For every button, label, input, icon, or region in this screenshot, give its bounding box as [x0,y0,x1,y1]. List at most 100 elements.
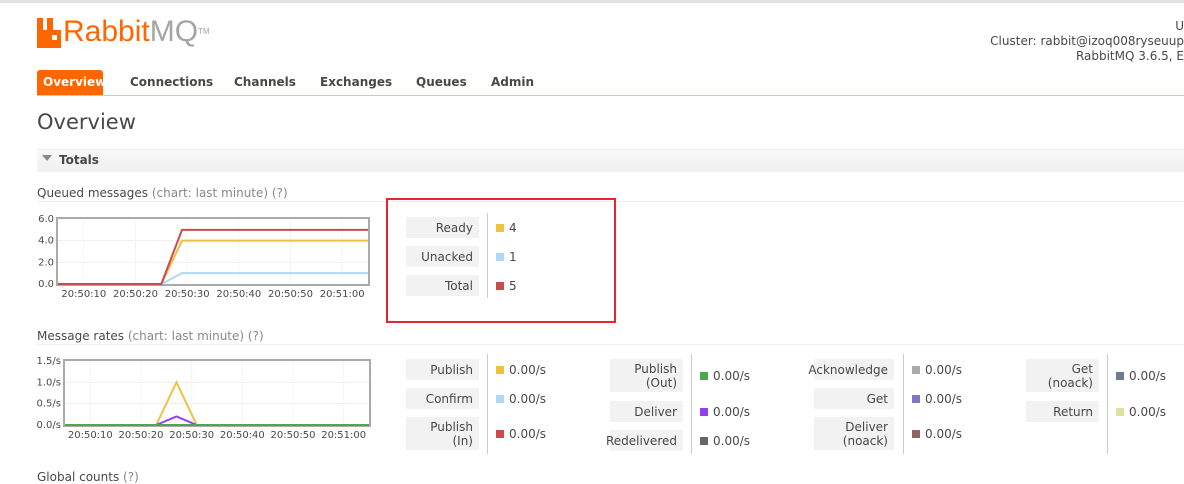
legend-value-text: 0.00/s [509,391,547,406]
legend-value-text: 0.00/s [713,368,751,383]
tab-admin[interactable]: Admin [485,70,540,95]
user-label: U [1175,19,1184,33]
message-rates-title: Message rates (chart: last minute) (?) [37,329,264,343]
y-tick-label: 2.0 [38,257,54,268]
legend-value-text: 0.00/s [713,433,751,448]
queued-x-axis: 20:50:10 20:50:20 20:50:30 20:50:40 20:50:50… [61,289,364,300]
legend-value-text: 0.00/s [925,391,963,406]
rates-help-link[interactable]: (?) [248,329,264,343]
legend-value-text: 0.00/s [509,426,547,441]
y-tick-label: 0.5/s [37,399,61,410]
highlight-box [386,198,616,323]
legend-swatch-icon [496,394,504,403]
x-tick-label: 20:51:00 [320,289,365,300]
x-tick-label: 20:50:20 [119,430,164,441]
totals-section-label: Totals [59,153,99,167]
tab-channels[interactable]: Channels [228,70,302,95]
queued-chart-hint[interactable]: (chart: last minute) [152,186,268,200]
legend-swatch-icon [1116,371,1124,380]
logo-tm-text: TM [198,27,210,36]
rates-chart-hint[interactable]: (chart: last minute) [128,329,244,343]
legend-value-text: 0.00/s [925,426,963,441]
x-tick-label: 20:50:10 [68,430,113,441]
collapse-arrow-icon [42,155,52,161]
y-tick-label: 1.0/s [37,377,61,388]
rabbit-logo-icon [37,18,61,48]
logo-wordmark: RabbitMQTM [63,14,210,50]
legend-divider [487,354,488,454]
legend-label-redelivered: Redelivered [606,430,683,451]
queued-messages-title: Queued messages (chart: last minute) (?) [37,186,288,200]
legend-value-publish-out: 0.00/s [700,369,750,383]
totals-section-header[interactable]: Totals [37,149,1184,172]
cluster-info: Cluster: rabbit@izoq008ryseuup [990,34,1184,48]
legend-label-publish-out: Publish (Out) [610,359,683,392]
legend-value-confirm: 0.00/s [496,392,546,406]
x-tick-label: 20:50:30 [169,430,214,441]
x-tick-label: 20:51:00 [321,430,366,441]
legend-value-text: 0.00/s [509,362,547,377]
legend-swatch-icon [496,429,504,438]
y-tick-label: 6.0 [38,214,54,225]
legend-label-get-noack: Get (noack) [1026,359,1099,392]
rates-y-axis: 0.0/s 0.5/s 1.0/s 1.5/s [37,356,61,431]
legend-value-text: 0.00/s [1129,404,1167,419]
global-counts-help-link[interactable]: (?) [123,470,139,484]
cluster-value: rabbit@izoq008ryseuup [1040,34,1184,48]
message-rates-chart: 0.0/s0.5/s1.0/s1.5/s 20:50:10 20:50:20 20:… [37,356,371,441]
legend-label-get: Get [814,388,894,409]
rates-chart-frame [63,359,371,427]
x-tick-label: 20:50:40 [220,430,265,441]
queued-y-axis: 0.0 2.0 4.0 6.0 [38,214,54,290]
tab-connections[interactable]: Connections [124,70,219,95]
legend-value-deliver: 0.00/s [700,405,750,419]
x-tick-label: 20:50:10 [61,289,106,300]
legend-label-deliver-noack: Deliver (noack) [814,417,894,450]
y-tick-label: 0.0 [38,279,54,290]
legend-swatch-icon [912,394,920,403]
global-counts-title: Global counts (?) [37,470,139,484]
legend-divider [691,354,692,454]
version-label: RabbitMQ 3.6.5, E [1075,49,1184,63]
legend-swatch-icon [496,365,504,374]
queued-chart-frame [56,217,370,286]
queued-messages-chart: 0.02.04.06.0 20:50:10 20:50:20 20:50:30 20:… [38,214,370,300]
legend-value-get: 0.00/s [912,392,962,406]
legend-label-publish: Publish [406,359,479,380]
legend-value-publish: 0.00/s [496,363,546,377]
legend-label-publish-in: Publish (In) [406,417,479,450]
cluster-label: Cluster: [990,34,1037,48]
x-tick-label: 20:50:30 [165,289,210,300]
legend-label-acknowledge: Acknowledge [808,359,894,380]
legend-value-return: 0.00/s [1116,405,1166,419]
y-tick-label: 1.5/s [37,356,61,367]
x-tick-label: 20:50:50 [271,430,316,441]
legend-label-deliver: Deliver [610,401,683,422]
queued-title-text: Queued messages [37,186,149,200]
divider [37,344,1184,345]
legend-value-text: 0.00/s [713,404,751,419]
x-tick-label: 20:50:40 [216,289,261,300]
legend-value-text: 0.00/s [1129,368,1167,383]
rates-x-axis: 20:50:10 20:50:20 20:50:30 20:50:40 20:50:50… [68,430,366,441]
logo-rabbit-text: Rabbit [63,15,150,48]
y-tick-label: 0.0/s [37,420,61,431]
legend-swatch-icon [700,371,708,380]
tab-exchanges[interactable]: Exchanges [314,70,398,95]
tab-queues[interactable]: Queues [410,70,473,95]
tab-overview[interactable]: Overview [37,70,106,95]
y-tick-label: 4.0 [38,236,54,247]
global-counts-text: Global counts [37,470,120,484]
legend-swatch-icon [700,407,708,416]
top-border [0,0,1184,3]
main-nav: Overview Connections Channels Exchanges … [37,70,1184,96]
legend-swatch-icon [912,429,920,438]
legend-divider [1107,354,1108,454]
logo-mq-text: MQ [149,15,199,48]
x-tick-label: 20:50:50 [268,289,313,300]
queued-help-link[interactable]: (?) [272,186,288,200]
legend-swatch-icon [912,365,920,374]
legend-value-publish-in: 0.00/s [496,427,546,441]
legend-label-return: Return [1026,401,1099,422]
legend-value-redelivered: 0.00/s [700,434,750,448]
